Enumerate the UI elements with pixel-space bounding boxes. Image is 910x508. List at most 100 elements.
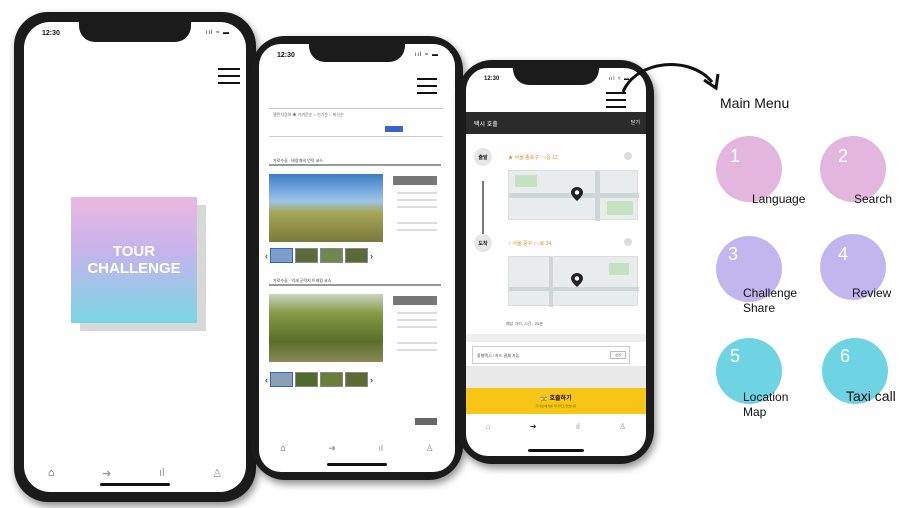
menu-number: 3 bbox=[728, 244, 739, 264]
arrow-icon[interactable]: ➜ bbox=[328, 443, 336, 454]
divider bbox=[269, 108, 443, 109]
map-pin-icon bbox=[571, 187, 583, 201]
menu-label-language: Language bbox=[752, 192, 806, 206]
payment-field[interactable]: 중형택시 / 카드 결제 가능 변경 bbox=[472, 346, 630, 364]
taxi-call-sub: 기사님 배차를 기다리고 있습니다 bbox=[535, 404, 577, 408]
menu-label-challenge-share: Challenge Share bbox=[743, 286, 798, 315]
profile-icon[interactable]: ♙ bbox=[212, 467, 222, 480]
menu-label-search: Search bbox=[854, 192, 893, 206]
taxi-header-title: 택시 호출 bbox=[474, 122, 498, 128]
taxi-header: 택시 호출 닫기 bbox=[466, 112, 646, 134]
thumbnail[interactable] bbox=[345, 248, 368, 263]
arrive-label: 도착 bbox=[474, 234, 492, 252]
more-button[interactable] bbox=[415, 418, 437, 425]
challenge-photo[interactable] bbox=[269, 174, 383, 242]
profile-icon[interactable]: ♙ bbox=[619, 422, 626, 431]
photo-thumbnails: ‹ › bbox=[265, 372, 373, 387]
phone-notch bbox=[513, 68, 599, 85]
detail-button[interactable] bbox=[393, 176, 437, 185]
arrive-address[interactable]: ○ 서울 중구 ○○로 34 bbox=[508, 240, 551, 247]
chevron-left-icon[interactable]: ‹ bbox=[265, 375, 268, 385]
home-icon[interactable]: ⌂ bbox=[48, 467, 55, 479]
chart-icon[interactable]: ıl bbox=[159, 467, 165, 479]
depart-address[interactable]: ★ 서울 종로구 ○○길 12 bbox=[508, 154, 558, 161]
close-button[interactable]: 닫기 bbox=[631, 119, 640, 126]
bottom-tab-bar: ⌂ ➜ ıl ♙ bbox=[466, 418, 646, 434]
separator bbox=[466, 334, 646, 342]
hamburger-menu-icon[interactable] bbox=[417, 78, 437, 94]
home-icon[interactable]: ⌂ bbox=[280, 443, 285, 453]
info-line bbox=[397, 222, 437, 224]
status-icons: ııl ≈ ▬ bbox=[205, 30, 230, 36]
chevron-right-icon[interactable]: › bbox=[370, 375, 373, 385]
tour-challenge-logo: TOUR CHALLENGE bbox=[71, 197, 197, 323]
status-time: 12:30 bbox=[484, 76, 500, 82]
route-info: 예상 거리, 시간 : 25분 bbox=[506, 321, 543, 326]
menu-number: 5 bbox=[730, 346, 741, 366]
info-line bbox=[397, 192, 437, 194]
arrow-icon[interactable]: ➜ bbox=[102, 467, 111, 480]
status-icons: ııl ≈ ▬ bbox=[414, 52, 439, 58]
arrive-map[interactable] bbox=[508, 256, 639, 307]
info-line bbox=[397, 229, 437, 231]
home-indicator bbox=[528, 449, 584, 452]
sort-filter[interactable]: 챌린지정보 ◉ 가까운순 ○ 인기순 ○ 최신순 bbox=[273, 112, 344, 118]
depart-map[interactable] bbox=[508, 170, 639, 221]
change-button[interactable]: 변경 bbox=[610, 351, 626, 359]
info-line bbox=[397, 326, 437, 328]
spacer bbox=[466, 366, 646, 388]
menu-label-taxi-call: Taxi call bbox=[846, 388, 896, 404]
taxi-call-label: 🚖 호출하기 bbox=[540, 396, 572, 402]
info-line bbox=[397, 342, 437, 344]
phone-mockup-splash: 12:30 ııl ≈ ▬ TOUR CHALLENGE ⌂ ➜ ıl ♙ bbox=[14, 12, 256, 502]
phone-mockup-taxi-call: 12:30 ııl ≈ ▬ 택시 호출 닫기 출발 ★ 서울 종로구 ○○길 1… bbox=[458, 60, 654, 464]
menu-number: 1 bbox=[730, 146, 741, 166]
depart-label: 출발 bbox=[474, 148, 492, 166]
challenge-title[interactable]: 가로수길 · 억새 군락지 트레킹 코스 bbox=[269, 276, 441, 286]
detail-button[interactable] bbox=[393, 296, 437, 305]
phone-mockup-challenge-list: 12:30 ııl ≈ ▬ 챌린지정보 ◉ 가까운순 ○ 인기순 ○ 최신순 가… bbox=[251, 36, 463, 480]
menu-number: 4 bbox=[838, 244, 849, 264]
profile-icon[interactable]: ♙ bbox=[426, 443, 434, 454]
chart-icon[interactable]: ıl bbox=[379, 443, 384, 453]
challenge-photo[interactable] bbox=[269, 294, 383, 362]
payment-text: 중형택시 / 카드 결제 가능 bbox=[477, 353, 520, 358]
thumbnail[interactable] bbox=[295, 248, 318, 263]
thumbnail[interactable] bbox=[270, 372, 293, 387]
bottom-tab-bar: ⌂ ➜ ıl ♙ bbox=[24, 462, 246, 484]
hamburger-menu-icon[interactable] bbox=[606, 92, 626, 108]
info-line bbox=[397, 199, 437, 201]
bottom-tab-bar: ⌂ ➜ ıl ♙ bbox=[259, 438, 455, 458]
info-line bbox=[397, 312, 437, 314]
clear-depart-icon[interactable] bbox=[624, 152, 632, 160]
thumbnail[interactable] bbox=[320, 248, 343, 263]
clear-arrive-icon[interactable] bbox=[624, 238, 632, 246]
logo-text-line1: TOUR bbox=[112, 243, 156, 260]
taxi-call-screen: 12:30 ııl ≈ ▬ 택시 호출 닫기 출발 ★ 서울 종로구 ○○길 1… bbox=[466, 68, 646, 456]
thumbnail[interactable] bbox=[270, 248, 293, 263]
divider bbox=[269, 136, 443, 137]
menu-label-location-map: Location Map bbox=[743, 390, 789, 419]
phone-notch bbox=[309, 44, 405, 62]
home-icon[interactable]: ⌂ bbox=[486, 422, 491, 431]
arrow-icon[interactable]: ➜ bbox=[530, 422, 537, 431]
chart-icon[interactable]: ıl bbox=[576, 422, 580, 431]
taxi-call-button[interactable]: 🚖 호출하기 기사님 배차를 기다리고 있습니다 bbox=[466, 388, 646, 414]
hamburger-menu-icon[interactable] bbox=[218, 68, 240, 84]
phone-notch bbox=[79, 22, 191, 42]
thumbnail[interactable] bbox=[345, 372, 368, 387]
filter-apply-button[interactable] bbox=[385, 126, 403, 132]
menu-number: 6 bbox=[840, 346, 851, 366]
status-icons: ııl ≈ ▬ bbox=[608, 76, 630, 82]
thumbnail[interactable] bbox=[295, 372, 318, 387]
main-menu-title: Main Menu bbox=[720, 95, 790, 111]
thumbnail[interactable] bbox=[320, 372, 343, 387]
chevron-left-icon[interactable]: ‹ bbox=[265, 251, 268, 261]
photo-thumbnails: ‹ › bbox=[265, 248, 373, 263]
info-line bbox=[397, 206, 437, 208]
chevron-right-icon[interactable]: › bbox=[370, 251, 373, 261]
home-indicator bbox=[327, 463, 387, 466]
challenge-title[interactable]: 가로수길 · 바람개비 언덕 코스 bbox=[269, 156, 441, 166]
depart-address-text: 서울 종로구 ○○길 12 bbox=[514, 155, 558, 161]
menu-number: 2 bbox=[838, 146, 849, 166]
